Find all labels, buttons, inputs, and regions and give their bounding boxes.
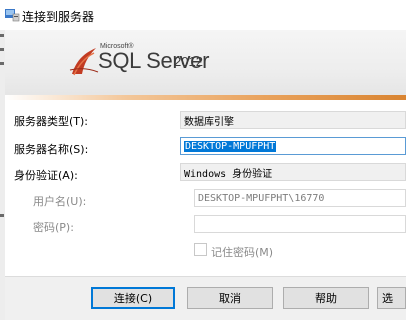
authentication-value: Windows 身份验证	[184, 168, 273, 180]
remember-password-checkbox[interactable]	[194, 243, 207, 256]
server-name-input[interactable]: DESKTOP-MPUFPHT	[180, 137, 406, 155]
username-input[interactable]: DESKTOP-MPUFPHT\16770	[194, 189, 406, 207]
server-type-select[interactable]: 数据库引擎	[180, 111, 406, 129]
username-value: DESKTOP-MPUFPHT\16770	[198, 192, 325, 204]
product-version: 2012	[174, 54, 203, 69]
server-name-label: 服务器名称(S):	[14, 143, 89, 156]
title-bar[interactable]: 连接到服务器	[0, 0, 406, 30]
edge-mark	[0, 34, 4, 37]
help-button[interactable]: 帮助	[283, 287, 369, 309]
username-label: 用户名(U):	[33, 195, 87, 208]
remember-password-label: 记住密码(M)	[211, 246, 274, 259]
edge-mark	[0, 62, 4, 65]
server-app-icon	[5, 9, 20, 22]
options-button[interactable]: 选	[377, 287, 406, 309]
connect-button[interactable]: 连接(C)	[91, 287, 175, 309]
sql-server-logo-icon	[69, 48, 99, 76]
server-type-value: 数据库引擎	[184, 116, 234, 128]
edge-mark	[0, 48, 4, 51]
edge-mark	[0, 214, 4, 217]
authentication-label: 身份验证(A):	[14, 169, 78, 182]
server-type-label: 服务器类型(T):	[14, 115, 89, 128]
window-title: 连接到服务器	[22, 10, 95, 24]
password-label: 密码(P):	[33, 221, 74, 234]
server-name-value: DESKTOP-MPUFPHT	[184, 140, 277, 152]
authentication-select[interactable]: Windows 身份验证	[180, 163, 406, 181]
cancel-button[interactable]: 取消	[187, 287, 273, 309]
password-input[interactable]	[194, 215, 406, 233]
